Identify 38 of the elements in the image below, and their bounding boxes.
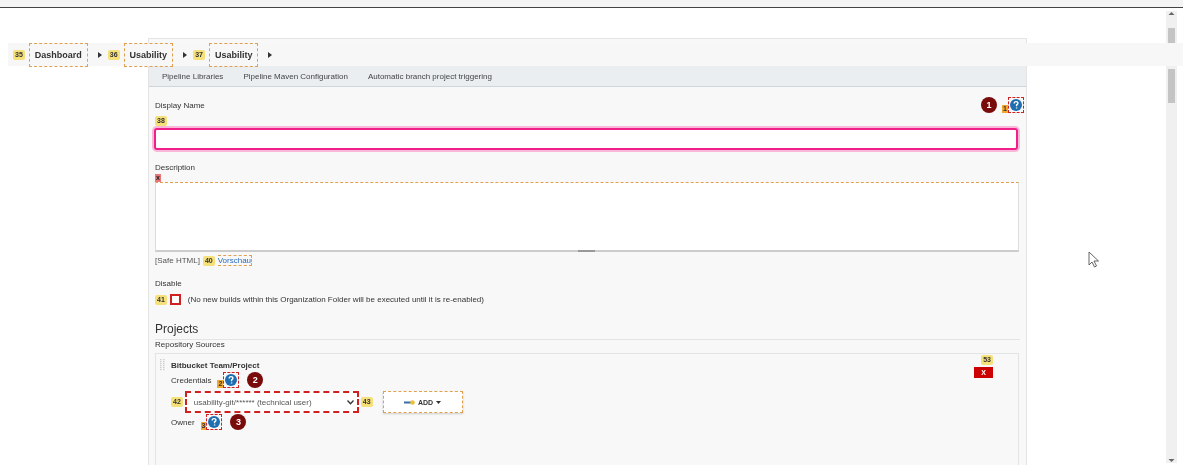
credentials-dropdown[interactable]: usability-git/****** (technical user) <box>184 391 359 413</box>
caret-icon[interactable] <box>268 51 273 58</box>
field-label: Display Name <box>155 100 205 110</box>
field-label: Credentials <box>171 375 212 385</box>
mouse-pointer-icon <box>1088 251 1100 268</box>
caret-icon <box>436 400 442 404</box>
format-hint: [Safe HTML] <box>155 256 200 265</box>
help-icon[interactable] <box>208 416 221 428</box>
callout-number: 2 <box>247 372 264 388</box>
caret-icon[interactable] <box>183 51 188 58</box>
display-name-field[interactable] <box>154 128 1018 150</box>
scrollbar-thumb[interactable] <box>1168 28 1175 43</box>
callout-number: 3 <box>230 414 247 430</box>
field-label: Owner <box>171 417 195 427</box>
caret-icon[interactable] <box>97 51 102 58</box>
field-label: Disable <box>155 279 182 288</box>
breadcrumb-link[interactable]: Dashboard <box>28 42 88 67</box>
checkbox-label: (No new builds within this Organization Folder will be executed until it is re-enabled) <box>187 295 484 304</box>
chevron-down-icon <box>346 399 354 405</box>
checkbox[interactable] <box>169 294 181 305</box>
drag-handle-icon[interactable] <box>160 359 166 371</box>
scroll-down-icon[interactable] <box>1168 458 1175 463</box>
callout-number: 1 <box>981 97 998 113</box>
scrollbar[interactable] <box>1166 11 1177 463</box>
tab[interactable]: Automatic branch project triggering <box>367 71 492 81</box>
preview-link[interactable]: Vorschau <box>217 255 253 266</box>
field-label: Description <box>155 163 195 172</box>
resize-handle[interactable] <box>578 250 595 252</box>
description-field[interactable] <box>155 182 1019 252</box>
scrollbar-thumb[interactable] <box>1168 69 1175 103</box>
help-icon[interactable] <box>1010 99 1022 111</box>
tab[interactable]: Pipeline Libraries <box>162 71 224 81</box>
scroll-up-icon[interactable] <box>1168 11 1175 16</box>
source-title: Bitbucket Team/Project <box>171 360 260 370</box>
section-heading: Projects <box>155 322 1020 340</box>
tab[interactable]: Pipeline Maven Configuration <box>243 71 348 81</box>
help-icon[interactable] <box>225 374 238 386</box>
field-label: Repository Sources <box>155 340 225 349</box>
